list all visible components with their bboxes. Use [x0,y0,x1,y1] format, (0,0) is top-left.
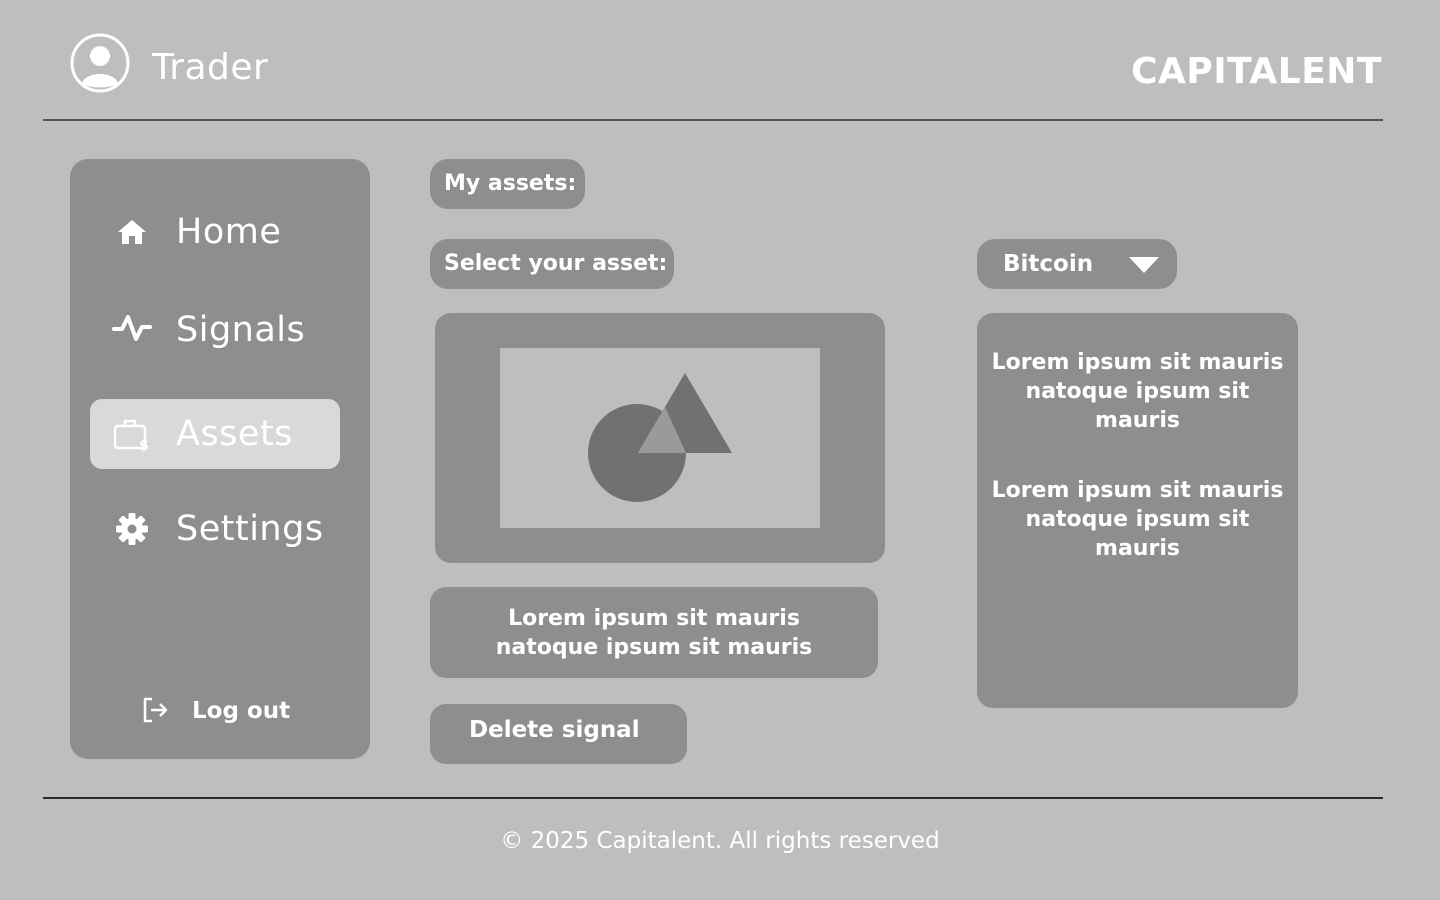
delete-signal-label: Delete signal [469,717,640,743]
footer-copyright: © 2025 Capitalent. All rights reserved [500,828,940,854]
home-icon [112,212,152,252]
header-divider [43,119,1383,121]
my-assets-heading: My assets: [430,159,585,209]
info-paragraph: Lorem ipsum sit mauris natoque ipsum sit… [991,350,1284,433]
sidebar: Home Signals $ Assets Settings Log out [70,159,370,759]
image-placeholder-icon [500,348,820,528]
sidebar-item-label: Signals [176,310,306,350]
role-title: Trader [152,47,269,88]
caret-down-icon [1127,256,1161,274]
delete-signal-button[interactable]: Delete signal [430,704,687,764]
briefcase-dollar-icon: $ [112,414,152,454]
user-avatar-icon[interactable] [70,33,130,93]
asset-description: Lorem ipsum sit mauris natoque ipsum sit… [430,587,878,678]
sidebar-item-label: Home [176,212,282,252]
activity-icon [112,308,152,348]
sidebar-item-signals[interactable]: Signals [90,295,340,365]
info-paragraph: Lorem ipsum sit mauris natoque ipsum sit… [991,478,1284,561]
select-asset-label: Select your asset: [430,239,674,289]
asset-image-card [435,313,885,563]
sidebar-item-label: Assets [176,414,293,454]
sidebar-item-label: Settings [176,509,324,549]
brand-logo-text[interactable]: CAPITALENT [1131,50,1382,94]
footer-divider [43,797,1383,799]
asset-dropdown[interactable]: Bitcoin [977,239,1177,289]
logout-label: Log out [192,698,291,724]
asset-dropdown-value: Bitcoin [1003,251,1094,277]
gear-icon [112,509,152,549]
sidebar-item-assets[interactable]: $ Assets [90,399,340,469]
asset-info-panel: Lorem ipsum sit mauris natoque ipsum sit… [977,313,1298,708]
sidebar-item-home[interactable]: Home [90,197,340,267]
sidebar-item-settings[interactable]: Settings [90,494,340,564]
logout-button[interactable]: Log out [140,692,320,728]
logout-icon [140,695,170,725]
svg-text:$: $ [139,438,149,452]
